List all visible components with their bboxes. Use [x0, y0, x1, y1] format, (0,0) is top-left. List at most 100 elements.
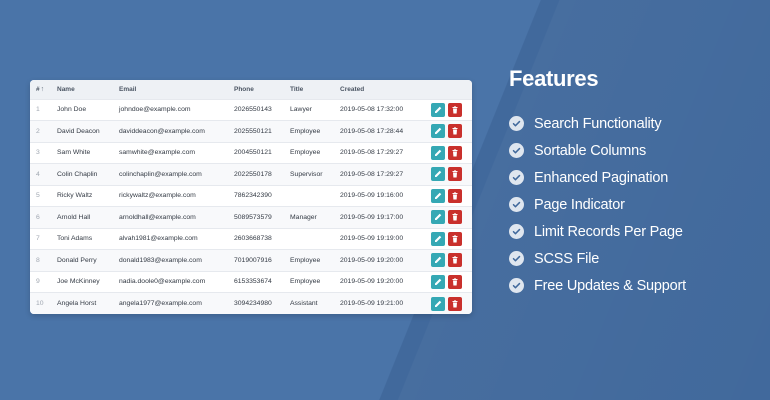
row-title: Employee: [290, 127, 321, 135]
pencil-icon: [435, 257, 442, 264]
trash-icon: [452, 192, 458, 200]
row-phone: 2026550143: [234, 106, 272, 114]
pencil-icon: [435, 171, 442, 178]
row-index: 4: [36, 170, 40, 178]
feature-label: Limit Records Per Page: [534, 223, 683, 240]
row-index: 1: [36, 106, 40, 114]
row-name: Angela Horst: [57, 300, 97, 307]
table-row: 1 John Doe johndoe@example.com 202655014…: [30, 99, 472, 121]
row-email: rickywaltz@example.com: [119, 192, 196, 200]
feature-item: Limit Records Per Page: [509, 218, 686, 245]
row-actions: [431, 99, 472, 121]
row-phone: 2022550178: [234, 170, 272, 178]
data-table: #↑ Name Email Phone Title Created 1 John…: [30, 80, 472, 314]
edit-button[interactable]: [431, 167, 445, 182]
row-name: Ricky Waltz: [57, 192, 93, 200]
edit-button[interactable]: [431, 231, 445, 246]
row-phone: 2025550121: [234, 127, 272, 135]
pencil-icon: [435, 214, 442, 221]
delete-button[interactable]: [448, 274, 462, 289]
feature-item: Free Updates & Support: [509, 272, 686, 299]
trash-icon: [452, 299, 458, 307]
row-created: 2019-05-09 19:17:00: [340, 213, 404, 221]
edit-button[interactable]: [431, 124, 445, 139]
column-header-title[interactable]: Title: [286, 80, 336, 99]
pencil-icon: [435, 235, 442, 242]
row-actions: [431, 164, 472, 186]
row-name: David Deacon: [57, 127, 100, 135]
feature-label: Search Functionality: [534, 115, 662, 132]
row-name: Donald Perry: [57, 256, 97, 264]
delete-button[interactable]: [448, 102, 462, 117]
delete-button[interactable]: [448, 188, 462, 203]
row-email: angela1977@example.com: [119, 300, 202, 307]
column-header-name[interactable]: Name: [53, 80, 115, 99]
row-title: Manager: [290, 213, 317, 221]
row-email: alvah1981@example.com: [119, 235, 198, 243]
row-email: johndoe@example.com: [119, 106, 191, 114]
check-circle-icon: [509, 170, 524, 185]
trash-icon: [452, 278, 458, 286]
table-header-row: #↑ Name Email Phone Title Created: [30, 80, 472, 99]
sort-up-icon[interactable]: ↑: [41, 86, 45, 93]
row-index: 9: [36, 278, 40, 286]
edit-button[interactable]: [431, 210, 445, 225]
delete-button[interactable]: [448, 210, 462, 225]
row-name: Toni Adams: [57, 235, 93, 243]
features-list: Search Functionality Sortable Columns En…: [509, 110, 686, 299]
column-header-created[interactable]: Created: [336, 80, 431, 99]
row-title: Employee: [290, 256, 321, 264]
edit-button[interactable]: [431, 253, 445, 268]
row-actions: [431, 250, 472, 272]
check-circle-icon: [509, 116, 524, 131]
feature-label: SCSS File: [534, 250, 600, 267]
delete-button[interactable]: [448, 253, 462, 268]
feature-item: Enhanced Pagination: [509, 164, 686, 191]
row-index: 2: [36, 127, 40, 135]
pencil-icon: [435, 300, 442, 307]
table-row: 10 Angela Horst angela1977@example.com 3…: [30, 292, 472, 314]
delete-button[interactable]: [448, 145, 462, 160]
column-header-actions: [431, 80, 472, 99]
trash-icon: [452, 235, 458, 243]
row-actions: [431, 185, 472, 207]
row-actions: [431, 207, 472, 229]
edit-button[interactable]: [431, 188, 445, 203]
row-phone: 2603668738: [234, 235, 272, 243]
trash-icon: [452, 256, 458, 264]
row-index: 6: [36, 213, 40, 221]
row-index: 8: [36, 256, 40, 264]
row-created: 2019-05-09 19:20:00: [340, 256, 404, 264]
column-header-phone[interactable]: Phone: [230, 80, 286, 99]
edit-button[interactable]: [431, 274, 445, 289]
row-email: colinchaplin@example.com: [119, 170, 202, 178]
feature-label: Page Indicator: [534, 196, 625, 213]
trash-icon: [452, 127, 458, 135]
delete-button[interactable]: [448, 296, 462, 311]
row-title: Employee: [290, 278, 321, 286]
row-actions: [431, 228, 472, 250]
row-title: Assistant: [290, 300, 318, 307]
row-name: John Doe: [57, 106, 87, 114]
edit-button[interactable]: [431, 296, 445, 311]
table-row: 8 Donald Perry donald1983@example.com 70…: [30, 249, 472, 272]
row-phone: 2004550121: [234, 149, 272, 157]
data-table-card: #↑ Name Email Phone Title Created 1 John…: [30, 80, 472, 314]
check-circle-icon: [509, 251, 524, 266]
delete-button[interactable]: [448, 124, 462, 139]
pencil-icon: [435, 106, 442, 113]
edit-button[interactable]: [431, 102, 445, 117]
features-title: Features: [509, 66, 599, 91]
trash-icon: [452, 106, 458, 114]
feature-item: SCSS File: [509, 245, 686, 272]
row-title: [286, 185, 336, 207]
column-header-email[interactable]: Email: [115, 80, 230, 99]
edit-button[interactable]: [431, 145, 445, 160]
delete-button[interactable]: [448, 231, 462, 246]
delete-button[interactable]: [448, 167, 462, 182]
pencil-icon: [435, 149, 442, 156]
row-email: donald1983@example.com: [119, 256, 202, 264]
row-phone: 7019007916: [234, 256, 272, 264]
row-created: 2019-05-08 17:32:00: [340, 106, 404, 114]
column-header-index[interactable]: #↑: [30, 80, 53, 99]
